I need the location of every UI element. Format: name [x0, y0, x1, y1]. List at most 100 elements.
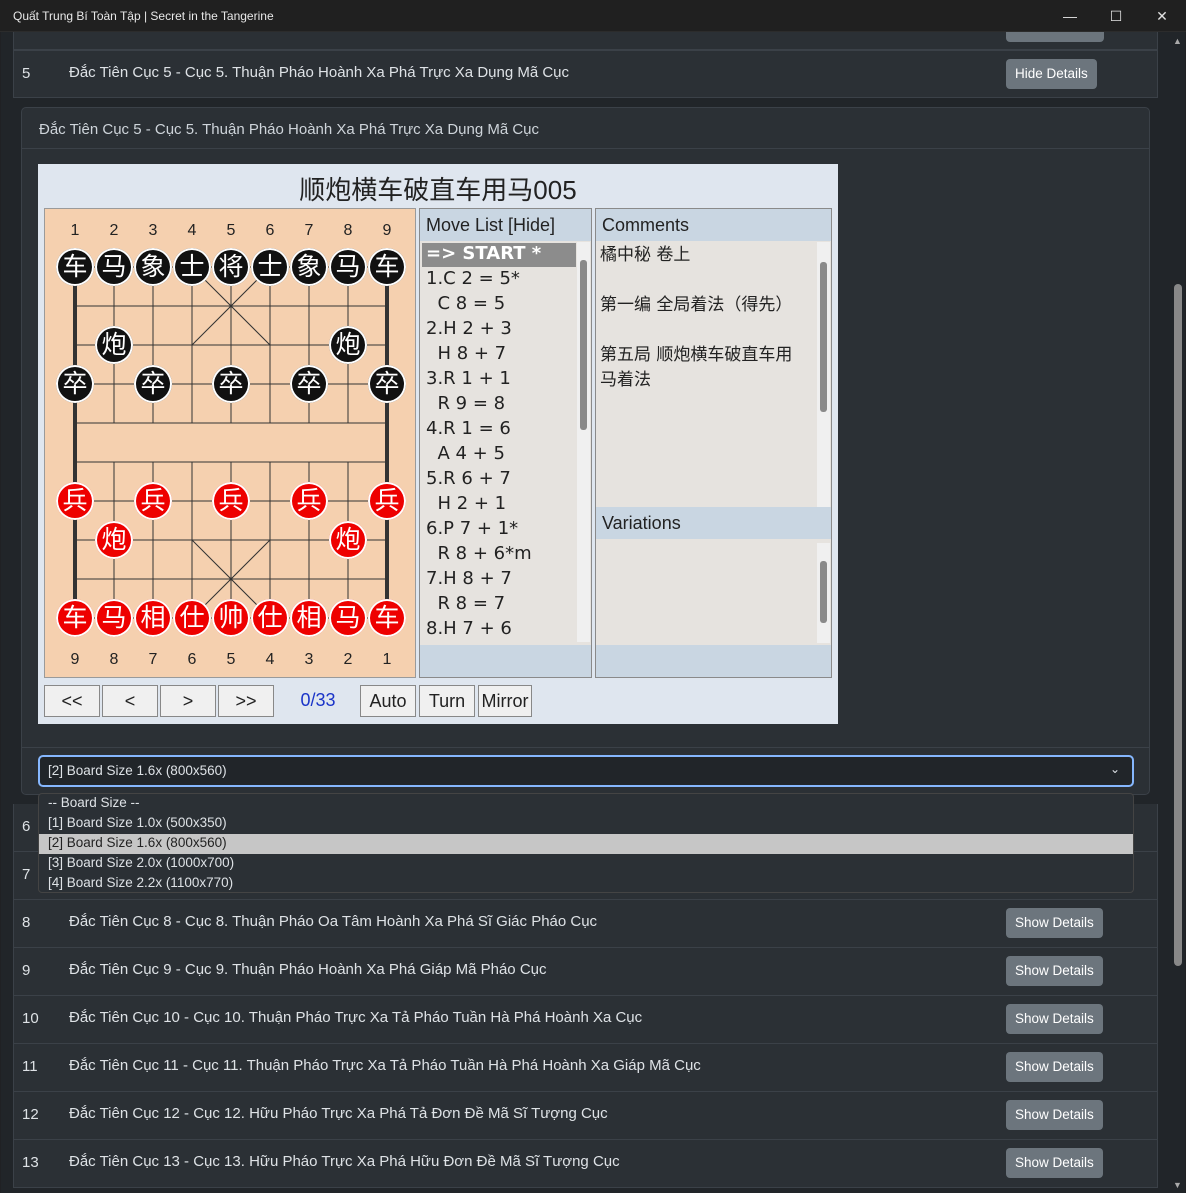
- show-details-button[interactable]: Show Details: [1006, 1052, 1103, 1082]
- table-row: 10 Đắc Tiên Cục 10 - Cục 10. Thuận Pháo T…: [13, 996, 1158, 1044]
- first-move-button[interactable]: <<: [44, 685, 100, 717]
- board-size-option[interactable]: [2] Board Size 1.6x (800x560): [39, 834, 1133, 854]
- show-details-button[interactable]: Show Details: [1006, 908, 1103, 938]
- red-piece[interactable]: 相: [134, 599, 172, 637]
- black-piece[interactable]: 车: [368, 248, 406, 286]
- black-piece[interactable]: 炮: [329, 326, 367, 364]
- board-size-select[interactable]: [2] Board Size 1.6x (800x560) ⌄: [38, 755, 1134, 787]
- red-piece[interactable]: 兵: [290, 482, 328, 520]
- red-piece[interactable]: 车: [368, 599, 406, 637]
- comment-line: [600, 318, 815, 343]
- comment-line: 马着法: [600, 370, 651, 390]
- move-list-header[interactable]: Move List [Hide]: [420, 209, 591, 241]
- red-piece[interactable]: 兵: [56, 482, 94, 520]
- show-details-button[interactable]: Show Details: [1006, 1004, 1103, 1034]
- move-item[interactable]: R 9 = 8: [422, 393, 576, 417]
- maximize-button[interactable]: ☐: [1093, 0, 1139, 32]
- show-details-button[interactable]: Show Details: [1006, 956, 1103, 986]
- file-coordinate: 1: [70, 222, 80, 239]
- scroll-up-arrow-icon[interactable]: ▲: [1173, 36, 1182, 46]
- board-size-option[interactable]: [3] Board Size 2.0x (1000x700): [39, 854, 1133, 874]
- black-piece[interactable]: 卒: [368, 365, 406, 403]
- move-item[interactable]: H 8 + 7: [422, 343, 576, 367]
- comments-scrollbar[interactable]: [817, 242, 830, 507]
- file-coordinate: 5: [226, 222, 236, 239]
- board-size-option[interactable]: -- Board Size --: [39, 794, 1133, 814]
- row-title: Đắc Tiên Cục 9 - Cục 9. Thuận Pháo Hoành…: [69, 961, 547, 978]
- row-number: 13: [22, 1154, 39, 1171]
- last-move-button[interactable]: >>: [218, 685, 274, 717]
- variations-scrollbar[interactable]: [817, 543, 830, 643]
- board-title: 顺炮横车破直车用马005: [299, 175, 577, 205]
- row-title: Đắc Tiên Cục 13 - Cục 13. Hữu Pháo Trực …: [69, 1153, 620, 1170]
- red-piece[interactable]: 炮: [95, 521, 133, 559]
- red-piece[interactable]: 相: [290, 599, 328, 637]
- file-coordinate: 7: [304, 222, 314, 239]
- board-size-option[interactable]: [4] Board Size 2.2x (1100x770): [39, 874, 1133, 894]
- comment-line: 第一编 全局着法（得先）: [600, 295, 793, 315]
- move-item[interactable]: R 8 = 7: [422, 593, 576, 617]
- move-item[interactable]: 2.H 2 + 3: [422, 318, 576, 342]
- red-piece[interactable]: 车: [56, 599, 94, 637]
- close-button[interactable]: ✕: [1139, 0, 1185, 32]
- move-item[interactable]: 7.H 8 + 7: [422, 568, 576, 592]
- scroll-down-arrow-icon[interactable]: ▼: [1173, 1180, 1182, 1190]
- next-move-button[interactable]: >: [160, 685, 216, 717]
- black-piece[interactable]: 卒: [56, 365, 94, 403]
- minimize-button[interactable]: —: [1047, 0, 1093, 32]
- red-piece[interactable]: 马: [95, 599, 133, 637]
- move-list-scrollbar[interactable]: [577, 242, 590, 642]
- red-piece[interactable]: 炮: [329, 521, 367, 559]
- file-coordinate: 8: [109, 651, 119, 668]
- black-piece[interactable]: 士: [251, 248, 289, 286]
- move-item[interactable]: H 2 + 1: [422, 493, 576, 517]
- black-piece[interactable]: 卒: [290, 365, 328, 403]
- move-item-selected[interactable]: => START *: [422, 243, 576, 267]
- table-row: 9 Đắc Tiên Cục 9 - Cục 9. Thuận Pháo Hoàn…: [13, 948, 1158, 996]
- prev-move-button[interactable]: <: [102, 685, 158, 717]
- move-item[interactable]: 3.R 1 + 1: [422, 368, 576, 392]
- red-piece[interactable]: 兵: [212, 482, 250, 520]
- show-details-button[interactable]: [1006, 32, 1104, 42]
- board-size-dropdown[interactable]: -- Board Size -- [1] Board Size 1.0x (50…: [38, 793, 1134, 893]
- auto-button[interactable]: Auto: [360, 685, 416, 717]
- show-details-button[interactable]: Show Details: [1006, 1148, 1103, 1178]
- black-piece[interactable]: 象: [290, 248, 328, 286]
- window-title: Quất Trung Bí Toàn Tập | Secret in the T…: [13, 9, 274, 23]
- black-piece[interactable]: 车: [56, 248, 94, 286]
- move-item[interactable]: 5.R 6 + 7: [422, 468, 576, 492]
- black-piece[interactable]: 马: [95, 248, 133, 286]
- red-piece[interactable]: 兵: [368, 482, 406, 520]
- red-piece[interactable]: 仕: [251, 599, 289, 637]
- black-piece[interactable]: 卒: [212, 365, 250, 403]
- black-piece[interactable]: 士: [173, 248, 211, 286]
- file-coordinate: 1: [382, 651, 392, 668]
- show-details-button[interactable]: Show Details: [1006, 1100, 1103, 1130]
- black-piece[interactable]: 马: [329, 248, 367, 286]
- xiangqi-board[interactable]: 192837465564738291车马象士将士象马车炮炮卒卒卒卒卒兵兵兵兵兵炮…: [44, 208, 416, 678]
- move-item[interactable]: 1.C 2 = 5*: [422, 268, 576, 292]
- move-item[interactable]: 4.R 1 = 6: [422, 418, 576, 442]
- file-coordinate: 9: [382, 222, 392, 239]
- red-piece[interactable]: 仕: [173, 599, 211, 637]
- page-scrollbar-thumb[interactable]: [1174, 284, 1182, 966]
- black-piece[interactable]: 将: [212, 248, 250, 286]
- file-coordinate: 8: [343, 222, 353, 239]
- file-coordinate: 9: [70, 651, 80, 668]
- move-item[interactable]: 8.H 7 + 6: [422, 618, 576, 642]
- board-size-option[interactable]: [1] Board Size 1.0x (500x350): [39, 814, 1133, 834]
- black-piece[interactable]: 炮: [95, 326, 133, 364]
- mirror-button[interactable]: Mirror: [478, 685, 532, 717]
- hide-details-button[interactable]: Hide Details: [1006, 59, 1097, 89]
- turn-button[interactable]: Turn: [419, 685, 475, 717]
- black-piece[interactable]: 象: [134, 248, 172, 286]
- red-piece[interactable]: 兵: [134, 482, 172, 520]
- move-item[interactable]: 6.P 7 + 1*: [422, 518, 576, 542]
- black-piece[interactable]: 卒: [134, 365, 172, 403]
- move-item[interactable]: C 8 = 5: [422, 293, 576, 317]
- move-item[interactable]: R 8 + 6*m: [422, 543, 576, 567]
- row-title: Đắc Tiên Cục 11 - Cục 11. Thuận Pháo Trự…: [69, 1057, 701, 1074]
- red-piece[interactable]: 帅: [212, 599, 250, 637]
- move-item[interactable]: A 4 + 5: [422, 443, 576, 467]
- red-piece[interactable]: 马: [329, 599, 367, 637]
